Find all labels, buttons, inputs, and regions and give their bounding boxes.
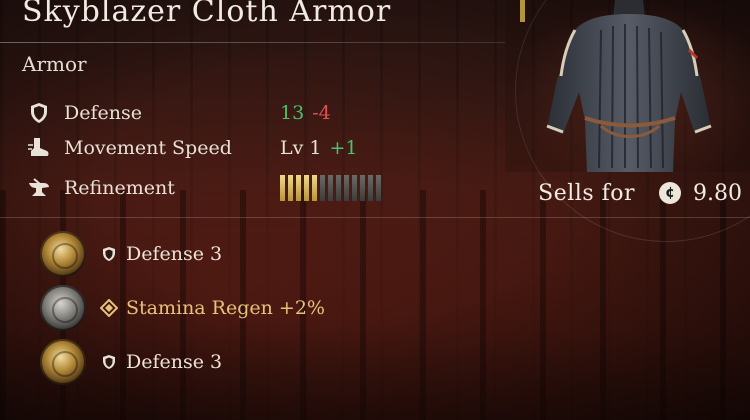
silver-gem-icon xyxy=(40,285,86,331)
refinement-pip xyxy=(360,175,365,201)
stat-value: Lv 1 xyxy=(280,137,322,159)
shield-icon xyxy=(100,353,118,371)
perk-text: Defense 3 xyxy=(126,243,223,265)
stat-label: Defense xyxy=(64,102,142,124)
stat-label: Movement Speed xyxy=(64,137,232,159)
perk-slot: Defense 3 xyxy=(40,338,222,386)
coin-icon: ¢ xyxy=(659,182,682,204)
refinement-pip xyxy=(296,175,301,201)
perk-slot: Defense 3 xyxy=(40,230,222,278)
boot-icon xyxy=(28,137,50,159)
stat-movement-speed: Movement Speed Lv 1 +1 xyxy=(28,135,358,161)
perk-slot: Stamina Regen +2% xyxy=(40,284,325,332)
diamond-icon xyxy=(100,299,118,317)
armor-preview-image xyxy=(505,0,750,172)
stat-label: Refinement xyxy=(64,177,175,199)
refinement-pip xyxy=(336,175,341,201)
item-category: Armor xyxy=(22,52,87,76)
title-divider xyxy=(0,42,505,43)
refinement-pip xyxy=(312,175,317,201)
perk-text: Defense 3 xyxy=(126,351,223,373)
refinement-pip xyxy=(304,175,309,201)
anvil-icon xyxy=(28,177,50,199)
refinement-pip xyxy=(280,175,285,201)
sell-label: Sells for xyxy=(538,180,636,206)
refinement-bars xyxy=(280,175,381,201)
refinement-pip xyxy=(352,175,357,201)
refinement-pip xyxy=(288,175,293,201)
stat-value: 13 xyxy=(280,102,305,124)
stat-delta: -4 xyxy=(312,102,331,124)
stat-delta: +1 xyxy=(329,137,358,159)
refinement-pip xyxy=(328,175,333,201)
gold-gem-icon xyxy=(40,339,86,385)
refinement-pip xyxy=(344,175,349,201)
shield-icon xyxy=(100,245,118,263)
item-tooltip: Skyblazer Cloth Armor Armor Defense 13 -… xyxy=(0,0,750,420)
shield-icon xyxy=(28,102,50,124)
sell-price: Sells for ¢ 9.80 xyxy=(505,172,750,214)
sell-value: 9.80 xyxy=(693,180,742,206)
refinement-pip xyxy=(320,175,325,201)
gold-gem-icon xyxy=(40,231,86,277)
item-title: Skyblazer Cloth Armor xyxy=(22,0,392,29)
refinement-pip xyxy=(368,175,373,201)
stat-defense: Defense 13 -4 xyxy=(28,100,331,126)
refinement-pip xyxy=(376,175,381,201)
perk-text: Stamina Regen +2% xyxy=(126,297,325,319)
stat-refinement: Refinement xyxy=(28,175,381,201)
